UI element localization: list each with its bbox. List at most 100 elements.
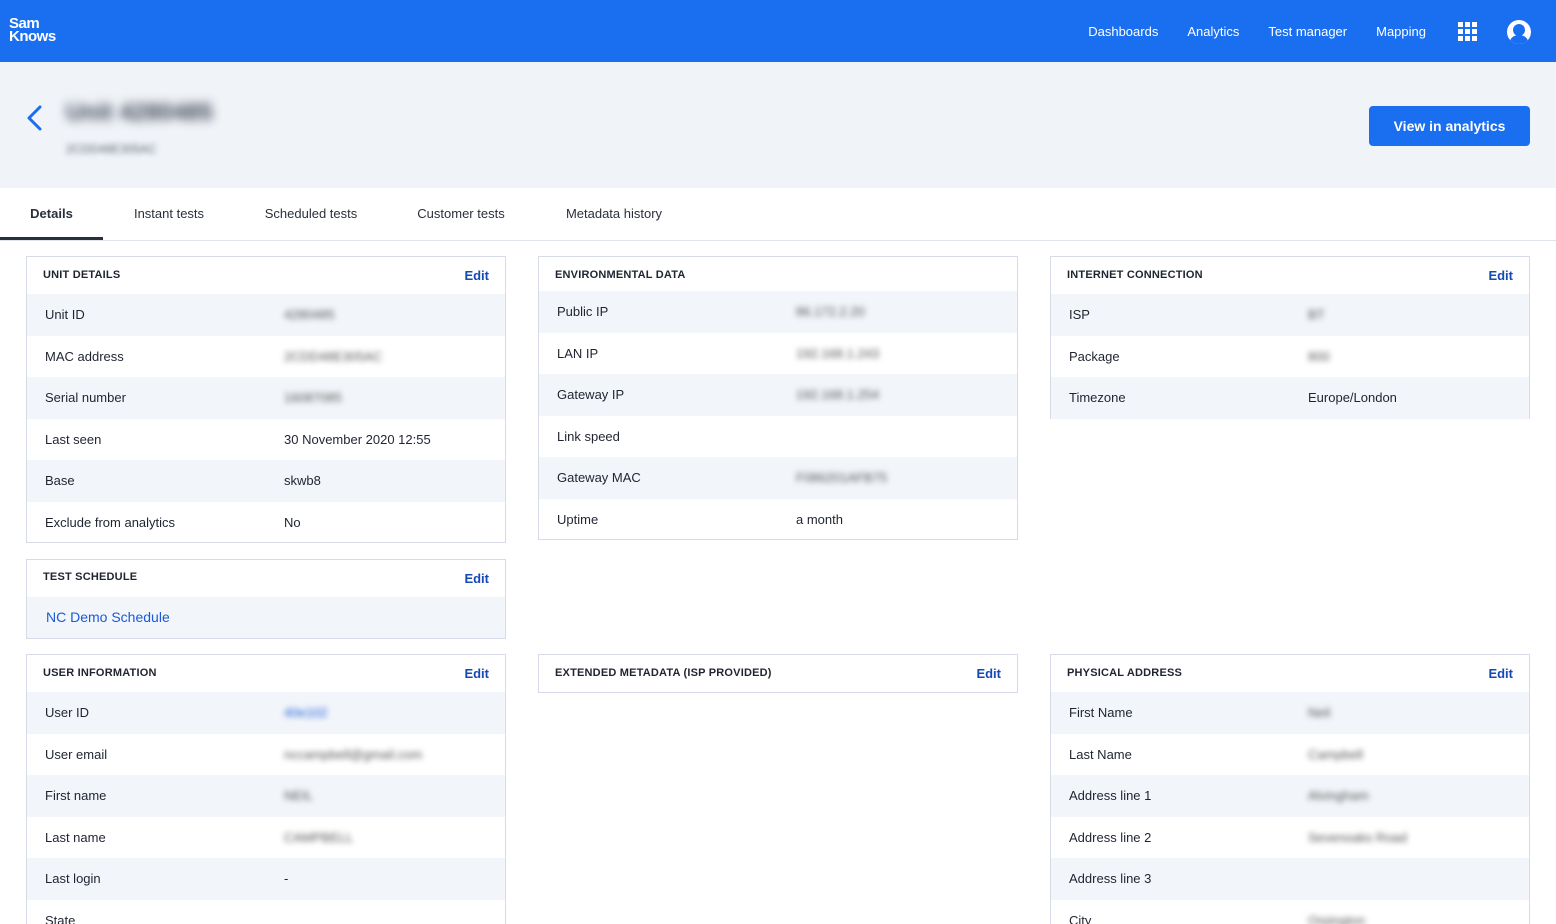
row-label: Last Name [1069,746,1132,762]
unit-mac-subtitle: 2CDD48E305AC [66,142,157,156]
row-label: First Name [1069,705,1133,721]
row-label: Uptime [557,511,599,527]
table-row: User ID 40e102 [27,692,505,734]
row-label: Gateway MAC [557,470,641,486]
user-information-card: USER INFORMATION Edit User ID 40e102 User… [26,654,506,924]
table-row: City Orpington [1051,900,1529,924]
table-row: First name NEIL [27,775,505,817]
table-row: LAN IP 192.168.1.243 [539,333,1017,375]
row-label: LAN IP [557,345,599,361]
row-label: Unit ID [45,307,85,323]
table-row: First Name Neil [1051,692,1529,734]
row-value: 192.168.1.243 [796,345,880,361]
tab-scheduled-tests[interactable]: Scheduled tests [256,188,366,240]
schedule-link[interactable]: NC Demo Schedule [46,609,170,625]
edit-test-schedule-button[interactable]: Edit [464,571,489,586]
unit-header [0,62,1556,188]
unit-details-card: UNIT DETAILS Edit Unit ID 4280485 MAC add… [26,256,506,543]
row-label: First name [45,788,107,804]
card-title: TEST SCHEDULE [43,571,138,583]
tab-details[interactable]: Details [0,188,103,240]
row-value: 2CDD48E305AC [284,348,383,364]
table-row: Serial number 16087085 [27,377,505,419]
row-value: Neil [1308,705,1331,721]
row-label: Last name [45,829,106,845]
edit-unit-details-button[interactable]: Edit [464,268,489,283]
tab-metadata-history[interactable]: Metadata history [556,188,672,240]
environmental-data-card: ENVIRONMENTAL DATA Public IP 86.172.2.20 … [538,256,1018,540]
card-title: UNIT DETAILS [43,269,121,281]
table-row: Exclude from analytics No [27,502,505,544]
table-row: Package 800 [1051,336,1529,378]
tab-bar: Details Instant tests Scheduled tests Cu… [0,188,1556,241]
table-row: Last login - [27,858,505,900]
tab-instant-tests[interactable]: Instant tests [124,188,214,240]
row-value: skwb8 [284,473,321,489]
row-label: ISP [1069,307,1090,323]
row-label: User email [45,746,108,762]
main-nav: Dashboards Analytics Test manager Mappin… [1088,0,1426,62]
row-label: Last seen [45,431,102,447]
card-title: INTERNET CONNECTION [1067,269,1203,281]
row-value: Sevenoaks Road [1308,829,1408,845]
apps-grid-icon[interactable] [1458,22,1477,41]
card-title: ENVIRONMENTAL DATA [555,269,686,281]
logo-line-2: Knows [9,28,56,45]
row-value: nccampbell@gmail.com [284,746,423,762]
table-row: Unit ID 4280485 [27,294,505,336]
table-row: Gateway IP 192.168.1.254 [539,374,1017,416]
row-value: 30 November 2020 12:55 [284,431,431,447]
row-label: Serial number [45,390,126,406]
user-id-link[interactable]: 40e102 [284,705,327,720]
internet-connection-card: INTERNET CONNECTION Edit ISP BT Package 80… [1050,256,1530,419]
row-value: Europe/London [1308,390,1397,406]
table-row: Link speed [539,416,1017,458]
row-label: Public IP [557,304,609,320]
user-avatar-icon[interactable] [1507,20,1531,44]
table-row: MAC address 2CDD48E305AC [27,336,505,378]
edit-physical-address-button[interactable]: Edit [1488,666,1513,681]
row-value: CAMPBELL [284,829,354,845]
edit-extended-metadata-button[interactable]: Edit [976,666,1001,681]
row-label: MAC address [45,348,124,364]
page-title: Unit 4280485 [66,99,213,126]
schedule-row: NC Demo Schedule [27,597,505,638]
card-title: PHYSICAL ADDRESS [1067,667,1183,679]
table-row: Last seen 30 November 2020 12:55 [27,419,505,461]
nav-mapping[interactable]: Mapping [1376,24,1426,39]
row-value: a month [796,511,843,527]
nav-dashboards[interactable]: Dashboards [1088,24,1158,39]
row-value: NEIL [284,788,313,804]
extended-metadata-card: EXTENDED METADATA (ISP PROVIDED) Edit [538,654,1018,693]
row-label: Address line 3 [1069,871,1152,887]
row-value: 192.168.1.254 [796,387,880,403]
row-value: BT [1308,307,1325,323]
edit-internet-connection-button[interactable]: Edit [1488,268,1513,283]
table-row: Timezone Europe/London [1051,377,1529,419]
row-label: Gateway IP [557,387,625,403]
top-navbar: Sam Knows Dashboards Analytics Test mana… [0,0,1556,62]
row-value: Alvingham [1308,788,1369,804]
row-label: Address line 2 [1069,829,1152,845]
card-title: USER INFORMATION [43,667,157,679]
row-label: Package [1069,348,1120,364]
nav-analytics[interactable]: Analytics [1187,24,1239,39]
nav-test-manager[interactable]: Test manager [1268,24,1347,39]
row-value: Campbell [1308,746,1363,762]
row-label: State [45,912,76,924]
row-value: 86.172.2.20 [796,304,865,320]
chevron-left-icon[interactable] [25,105,45,131]
row-label: City [1069,912,1092,924]
table-row: Last name CAMPBELL [27,817,505,859]
row-label: Last login [45,871,101,887]
row-value: 800 [1308,348,1330,364]
edit-user-information-button[interactable]: Edit [464,666,489,681]
table-row: ISP BT [1051,294,1529,336]
table-row: Uptime a month [539,499,1017,541]
row-value: No [284,514,301,530]
tab-customer-tests[interactable]: Customer tests [408,188,514,240]
row-value: 4280485 [284,307,335,323]
samknows-logo[interactable]: Sam Knows [9,16,56,45]
view-in-analytics-button[interactable]: View in analytics [1369,106,1530,146]
table-row: State [27,900,505,924]
